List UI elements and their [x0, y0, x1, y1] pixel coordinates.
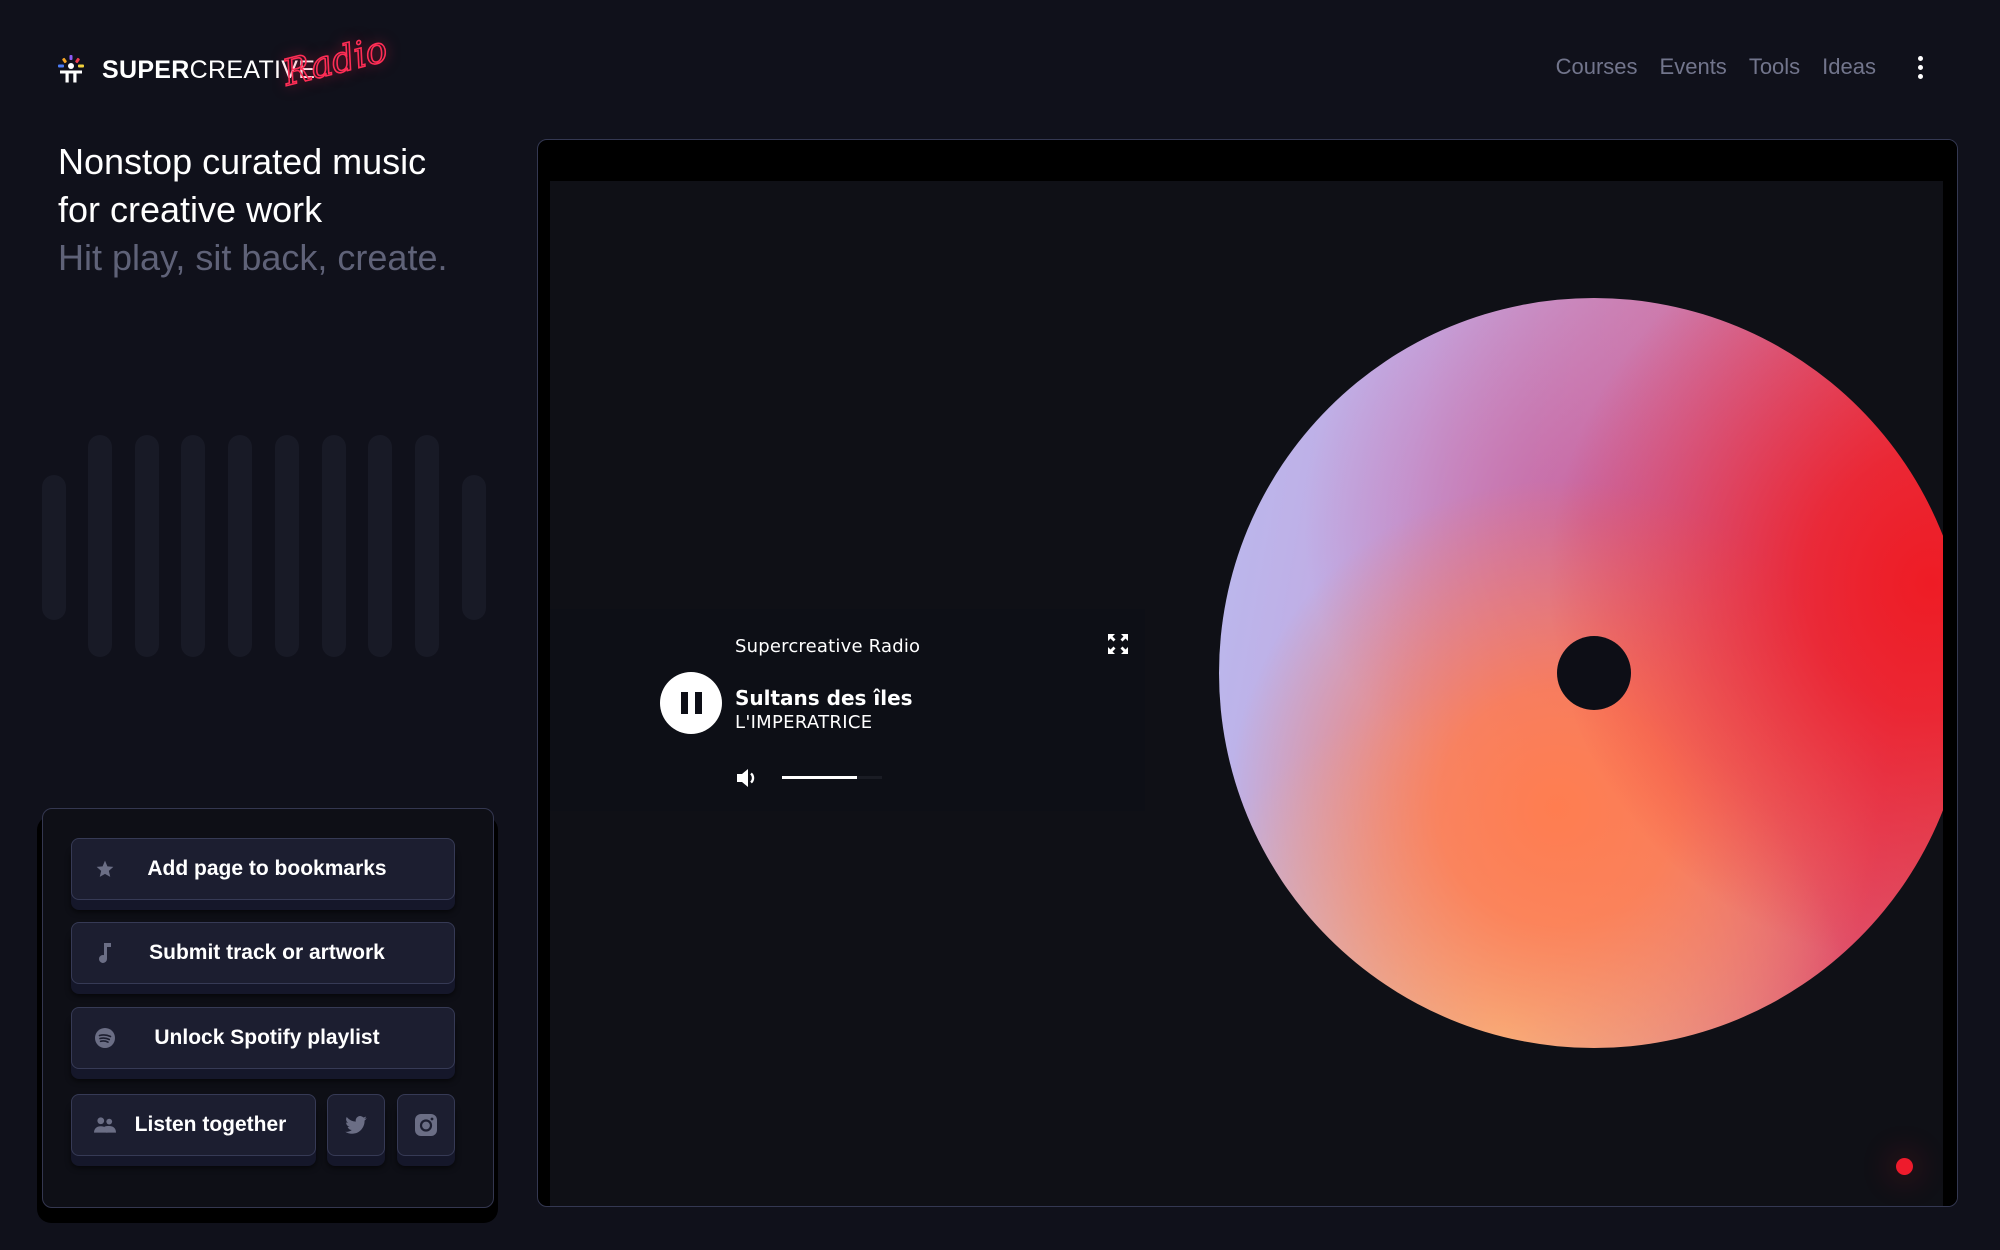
- main-nav: Courses Events Tools Ideas: [1556, 52, 1930, 82]
- track-artist: L'IMPERATRICE: [735, 712, 873, 733]
- instagram-button[interactable]: [397, 1094, 455, 1156]
- volume-icon[interactable]: [737, 768, 759, 788]
- unlock-spotify-button[interactable]: Unlock Spotify playlist: [71, 1007, 455, 1069]
- users-icon: [94, 1114, 116, 1136]
- player-stage: Supercreative Radio Sultans des îles L'I…: [550, 181, 1944, 1206]
- equalizer-bar: [368, 435, 392, 657]
- add-bookmark-button[interactable]: Add page to bookmarks: [71, 838, 455, 900]
- equalizer-visual: [0, 0, 520, 700]
- disc-center-hole: [1557, 636, 1631, 710]
- star-icon: [94, 858, 116, 880]
- frame-edge: [1943, 140, 1957, 1206]
- more-menu-icon[interactable]: [1910, 52, 1930, 82]
- submit-track-button[interactable]: Submit track or artwork: [71, 922, 455, 984]
- actions-panel: Add page to bookmarks Submit track or ar…: [42, 808, 494, 1208]
- twitter-button[interactable]: [327, 1094, 385, 1156]
- pause-button[interactable]: [660, 672, 722, 734]
- nav-ideas[interactable]: Ideas: [1822, 54, 1876, 80]
- player-frame: Supercreative Radio Sultans des îles L'I…: [537, 139, 1958, 1207]
- twitter-icon: [345, 1114, 367, 1136]
- spotify-icon: [94, 1027, 116, 1049]
- add-bookmark-label: Add page to bookmarks: [147, 857, 387, 880]
- nav-events[interactable]: Events: [1660, 54, 1727, 80]
- volume-slider[interactable]: [782, 776, 882, 779]
- equalizer-bar: [415, 435, 439, 657]
- equalizer-bar: [135, 435, 159, 657]
- unlock-spotify-label: Unlock Spotify playlist: [154, 1026, 380, 1049]
- equalizer-bar: [275, 435, 299, 657]
- nav-courses[interactable]: Courses: [1556, 54, 1638, 80]
- equalizer-bar: [88, 435, 112, 657]
- instagram-icon: [415, 1114, 437, 1136]
- radio-player: Supercreative Radio Sultans des îles L'I…: [657, 616, 1137, 816]
- equalizer-bar: [322, 435, 346, 657]
- equalizer-bar: [181, 435, 205, 657]
- live-indicator: [1896, 1158, 1913, 1175]
- nav-tools[interactable]: Tools: [1749, 54, 1800, 80]
- equalizer-bar: [228, 435, 252, 657]
- music-note-icon: [94, 942, 116, 964]
- pause-icon-bar: [694, 692, 702, 714]
- equalizer-bar: [42, 475, 66, 620]
- track-title: Sultans des îles: [735, 686, 913, 710]
- listen-together-button[interactable]: Listen together: [71, 1094, 316, 1156]
- equalizer-bar: [462, 475, 486, 620]
- album-disc: [1219, 298, 1944, 1048]
- pause-icon-bar: [680, 692, 688, 714]
- fullscreen-icon[interactable]: [1107, 633, 1129, 655]
- submit-track-label: Submit track or artwork: [149, 941, 385, 964]
- station-name: Supercreative Radio: [735, 636, 921, 657]
- volume-slider-fill: [782, 776, 857, 779]
